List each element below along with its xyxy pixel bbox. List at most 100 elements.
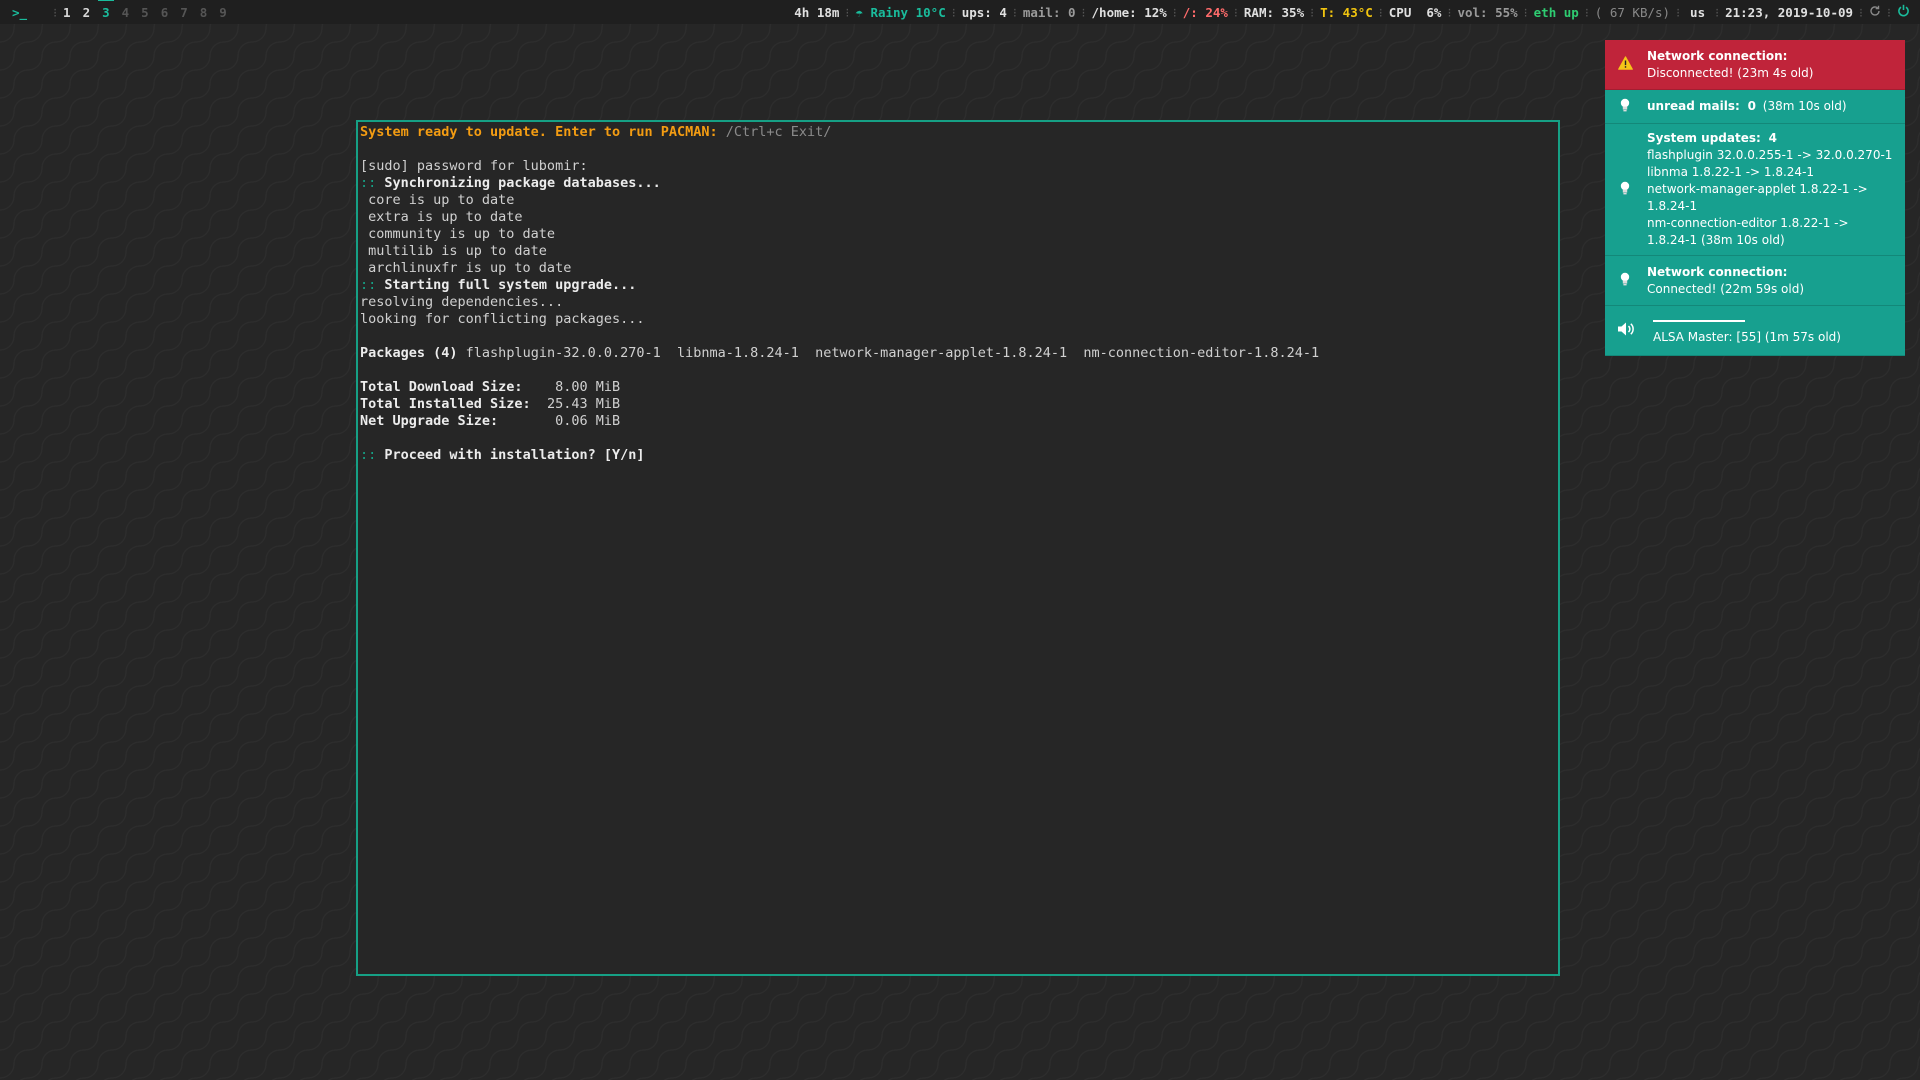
clock[interactable]: 21:23, 2019-10-09 <box>1725 5 1853 20</box>
separator: ⁝ <box>1887 4 1891 20</box>
terminal-line: :: Starting full system upgrade... <box>360 277 1556 294</box>
sudo-prompt: [sudo] password for lubomir: <box>360 158 588 174</box>
terminal-line: Total Download Size: 8.00 MiB <box>360 379 1556 396</box>
notification-body: (38m 10s old) <box>1762 99 1847 113</box>
notification-body: Disconnected! (23m 4s old) <box>1647 65 1814 80</box>
terminal-line: System ready to update. Enter to run PAC… <box>360 124 1556 141</box>
upgrade-message: Starting full system upgrade... <box>376 277 637 293</box>
updates-count[interactable]: ups: 4 <box>962 5 1007 20</box>
repo-status: community is up to date <box>360 226 556 242</box>
pacman-marker: :: <box>360 277 377 293</box>
terminal-prompt-icon[interactable]: >_ <box>12 5 27 20</box>
refresh-icon[interactable] <box>1869 5 1881 20</box>
separator: ⁝ <box>1447 4 1452 20</box>
pacman-marker: :: <box>360 447 377 463</box>
volume[interactable]: vol: 55% <box>1457 5 1517 20</box>
notification-title: Network connection: <box>1647 48 1788 63</box>
proceed-prompt: Proceed with installation? [Y/n] <box>376 447 645 463</box>
mail-count[interactable]: mail: 0 <box>1023 5 1076 20</box>
separator: ⁝ <box>1523 4 1528 20</box>
workspace-7[interactable]: 7 <box>180 5 188 20</box>
pacman-marker: :: <box>360 175 377 191</box>
workspace-4[interactable]: 4 <box>122 5 130 20</box>
separator: ⁝ <box>1584 4 1589 20</box>
weather[interactable]: ☂ Rainy 10°C <box>855 5 945 20</box>
separator: ⁝ <box>1310 4 1315 20</box>
workspace-3[interactable]: 3 <box>98 0 113 20</box>
notification-title: Network connection: <box>1647 264 1788 279</box>
notification-body: Connected! (22m 59s old) <box>1647 281 1805 296</box>
notification-body: ALSA Master: [55] (1m 57s old) <box>1653 329 1841 344</box>
notification-title: unread mails: <box>1647 99 1740 113</box>
volume-level-bar <box>1653 319 1745 322</box>
cpu-usage: CPU 6% <box>1388 4 1442 20</box>
workspace-8[interactable]: 8 <box>200 5 208 20</box>
resolving-message: resolving dependencies... <box>360 294 564 310</box>
notification-title-value: 0 <box>1747 99 1756 113</box>
power-icon[interactable] <box>1897 4 1910 20</box>
separator: ⁝ <box>845 4 850 20</box>
ethernet-status[interactable]: eth up <box>1534 5 1579 20</box>
bulb-icon <box>1617 181 1633 198</box>
download-size-label: Total Download Size: <box>360 379 523 395</box>
terminal-window[interactable]: System ready to update. Enter to run PAC… <box>356 120 1560 976</box>
net-upgrade-value: 0.06 MiB <box>498 413 621 429</box>
separator: ⁝ <box>1012 4 1017 20</box>
workspace-6[interactable]: 6 <box>161 5 169 20</box>
exit-hint: /Ctrl+c Exit/ <box>717 124 832 140</box>
home-disk-usage: /home: 12% <box>1091 4 1167 20</box>
separator: ⁝ <box>1715 4 1720 20</box>
update-prompt: System ready to update. Enter to run PAC… <box>360 124 718 140</box>
speaker-icon <box>1617 321 1634 340</box>
notification-title: System updates: <box>1647 131 1761 145</box>
uptime: 4h 18m <box>794 4 840 20</box>
terminal-line: Net Upgrade Size: 0.06 MiB <box>360 413 1556 430</box>
separator: ⁝ <box>1676 4 1681 20</box>
workspace-1[interactable]: 1 <box>63 5 71 20</box>
notification-system-updates[interactable]: System updates: 4 flashplugin 32.0.0.255… <box>1605 124 1905 256</box>
notification-volume[interactable]: ALSA Master: [55] (1m 57s old) <box>1605 306 1905 356</box>
repo-status: multilib is up to date <box>360 243 547 259</box>
packages-list: flashplugin-32.0.0.270-1 libnma-1.8.24-1… <box>457 345 1320 361</box>
sync-message: Synchronizing package databases... <box>376 175 661 191</box>
repo-status: extra is up to date <box>360 209 523 225</box>
separator: ⁝ <box>1378 4 1383 20</box>
network-speed: ( 67 KB/s) <box>1594 4 1671 20</box>
notification-title-value: 4 <box>1768 131 1777 145</box>
packages-label: Packages (4) <box>360 345 458 361</box>
notification-network-disconnected[interactable]: Network connection: Disconnected! (23m 4… <box>1605 40 1905 90</box>
separator: ⁝ <box>1172 4 1177 20</box>
workspace-area: >_ ⁝ 1 2 3 4 5 6 7 8 9 <box>0 0 239 20</box>
notification-unread-mails[interactable]: unread mails: 0 (38m 10s old) <box>1605 90 1905 124</box>
cpu-temperature: T: 43°C <box>1320 4 1373 20</box>
status-bar: >_ ⁝ 1 2 3 4 5 6 7 8 9 4h 18m ⁝ ☂ Rainy … <box>0 0 1920 24</box>
terminal-line: Total Installed Size: 25.43 MiB <box>360 396 1556 413</box>
notification-stack: Network connection: Disconnected! (23m 4… <box>1605 40 1905 356</box>
keyboard-layout[interactable]: us <box>1690 5 1705 20</box>
workspace-5[interactable]: 5 <box>141 5 149 20</box>
terminal-line: Packages (4) flashplugin-32.0.0.270-1 li… <box>360 345 1556 362</box>
terminal-line: :: Synchronizing package databases... <box>360 175 1556 192</box>
installed-size-value: 25.43 MiB <box>530 396 621 412</box>
net-upgrade-label: Net Upgrade Size: <box>360 413 499 429</box>
bulb-icon <box>1617 98 1633 115</box>
separator: ⁝ <box>951 4 956 20</box>
terminal-line: :: Proceed with installation? [Y/n] <box>360 447 1556 464</box>
root-disk-usage: /: 24% <box>1182 4 1228 20</box>
notification-body: flashplugin 32.0.0.255-1 -> 32.0.0.270-1… <box>1647 148 1893 247</box>
workspace-9[interactable]: 9 <box>219 5 227 20</box>
status-modules: 4h 18m ⁝ ☂ Rainy 10°C ⁝ ups: 4 ⁝ mail: 0… <box>794 4 1920 20</box>
notification-network-connected[interactable]: Network connection: Connected! (22m 59s … <box>1605 256 1905 306</box>
download-size-value: 8.00 MiB <box>522 379 621 395</box>
repo-status: core is up to date <box>360 192 515 208</box>
separator: ⁝ <box>1233 4 1238 20</box>
conflicts-message: looking for conflicting packages... <box>360 311 645 327</box>
ram-usage: RAM: 35% <box>1243 4 1305 20</box>
separator: ⁝ <box>53 4 58 20</box>
separator: ⁝ <box>1859 4 1864 20</box>
workspace-2[interactable]: 2 <box>83 5 91 20</box>
